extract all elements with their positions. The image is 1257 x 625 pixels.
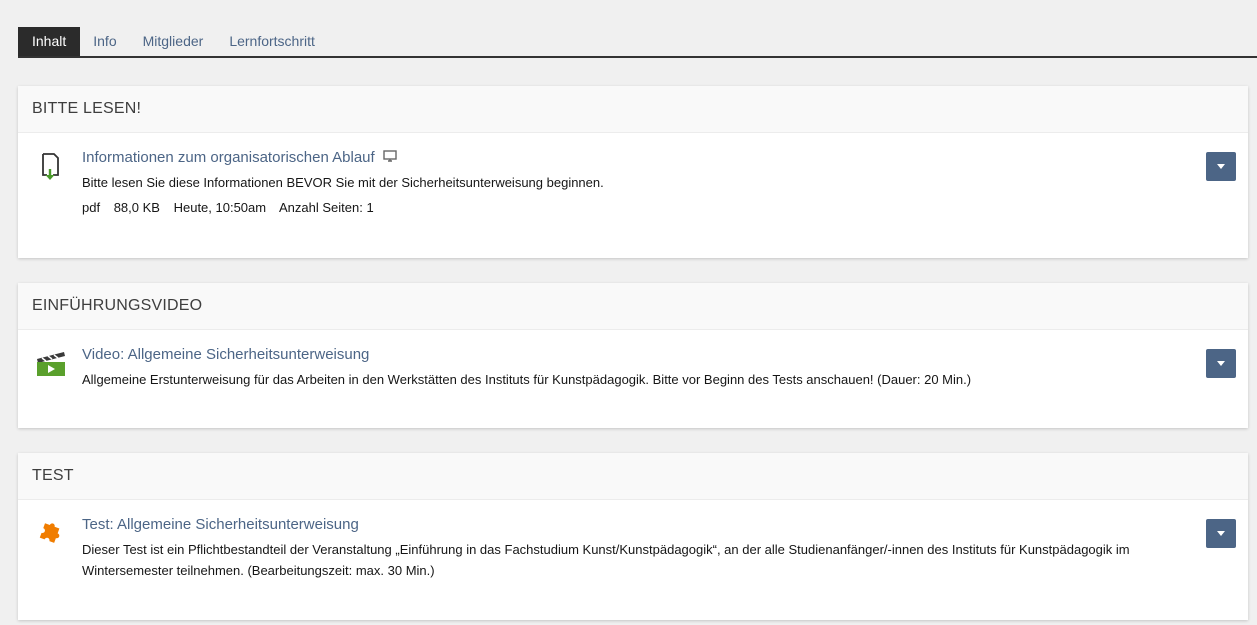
item-description: Bitte lesen Sie diese Informationen BEVO… — [82, 175, 604, 190]
block-heading: EINFÜHRUNGSVIDEO — [18, 283, 1248, 330]
file-type: pdf — [82, 200, 101, 215]
file-pages: Anzahl Seiten: 1 — [279, 200, 374, 215]
video-clapper-icon — [34, 348, 66, 380]
block-einfuehrungsvideo: EINFÜHRUNGSVIDEO Video: Allgemeine Siche… — [18, 283, 1248, 428]
item-description: Dieser Test ist ein Pflichtbestandteil d… — [82, 542, 1130, 578]
item-title-text[interactable]: Informationen zum organisatorischen Abla… — [82, 147, 375, 169]
tab-mitglieder[interactable]: Mitglieder — [130, 27, 217, 56]
list-item: Video: Allgemeine Sicherheitsunterweisun… — [18, 330, 1248, 408]
list-item: Test: Allgemeine Sicherheitsunterweisung… — [18, 500, 1248, 599]
puzzle-test-icon — [34, 518, 66, 550]
file-size: 88,0 KB — [113, 200, 160, 215]
tab-info[interactable]: Info — [80, 27, 129, 56]
item-title-link[interactable]: Test: Allgemeine Sicherheitsunterweisung — [82, 514, 1184, 536]
tab-lernfortschritt[interactable]: Lernfortschritt — [216, 27, 328, 56]
item-properties: pdf 88,0 KB Heute, 10:50am Anzahl Seiten… — [82, 197, 1184, 218]
block-heading: TEST — [18, 453, 1248, 500]
block-bitte-lesen: BITTE LESEN! Informationen zum organisat… — [18, 86, 1248, 258]
file-date: Heute, 10:50am — [173, 200, 267, 215]
actions-dropdown-button[interactable] — [1206, 519, 1236, 548]
tab-inhalt[interactable]: Inhalt — [18, 27, 81, 56]
block-heading: BITTE LESEN! — [18, 86, 1248, 133]
item-title-link[interactable]: Video: Allgemeine Sicherheitsunterweisun… — [82, 344, 1184, 366]
actions-dropdown-button[interactable] — [1206, 349, 1236, 378]
file-download-icon — [34, 151, 66, 183]
monitor-icon — [382, 147, 397, 169]
list-item: Informationen zum organisatorischen Abla… — [18, 133, 1248, 236]
item-description: Allgemeine Erstunterweisung für das Arbe… — [82, 372, 972, 387]
tab-bar: Inhalt Info Mitglieder Lernfortschritt — [18, 27, 1257, 58]
block-test: TEST Test: Allgemeine Sicherheitsunterwe… — [18, 453, 1248, 620]
actions-dropdown-button[interactable] — [1206, 152, 1236, 181]
item-title-link[interactable]: Informationen zum organisatorischen Abla… — [82, 147, 1184, 169]
